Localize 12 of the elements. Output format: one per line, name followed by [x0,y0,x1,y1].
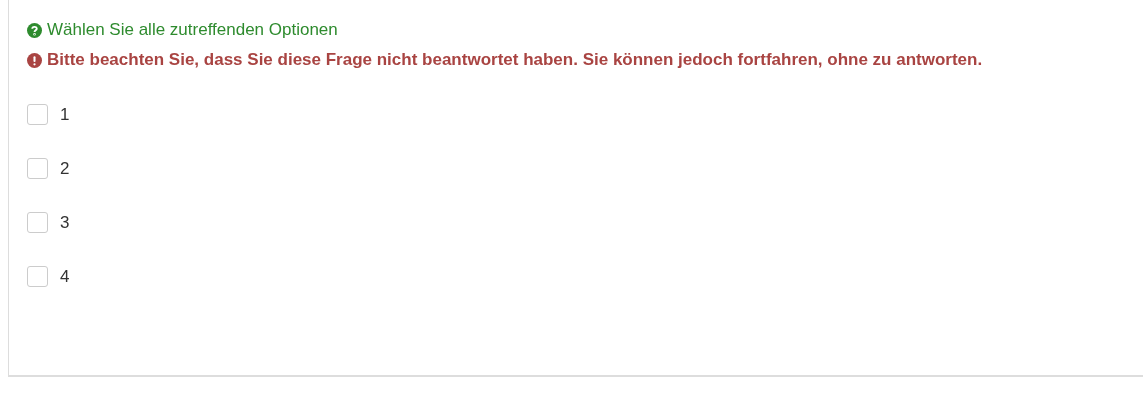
checkbox[interactable] [27,212,48,233]
option-label: 3 [60,212,70,233]
option-label: 2 [60,158,70,179]
checkbox[interactable] [27,266,48,287]
option-label: 4 [60,266,70,287]
option-label: 1 [60,104,70,125]
checkbox[interactable] [27,104,48,125]
checkbox[interactable] [27,158,48,179]
warning-icon [27,52,42,68]
hint-text: Wählen Sie alle zutreffenden Optionen [47,20,338,40]
warning-text: Bitte beachten Sie, dass Sie diese Frage nicht beantwortet haben. Sie können jedoch fortfahren, ohne zu antworten. [47,50,983,70]
help-icon [27,22,42,38]
